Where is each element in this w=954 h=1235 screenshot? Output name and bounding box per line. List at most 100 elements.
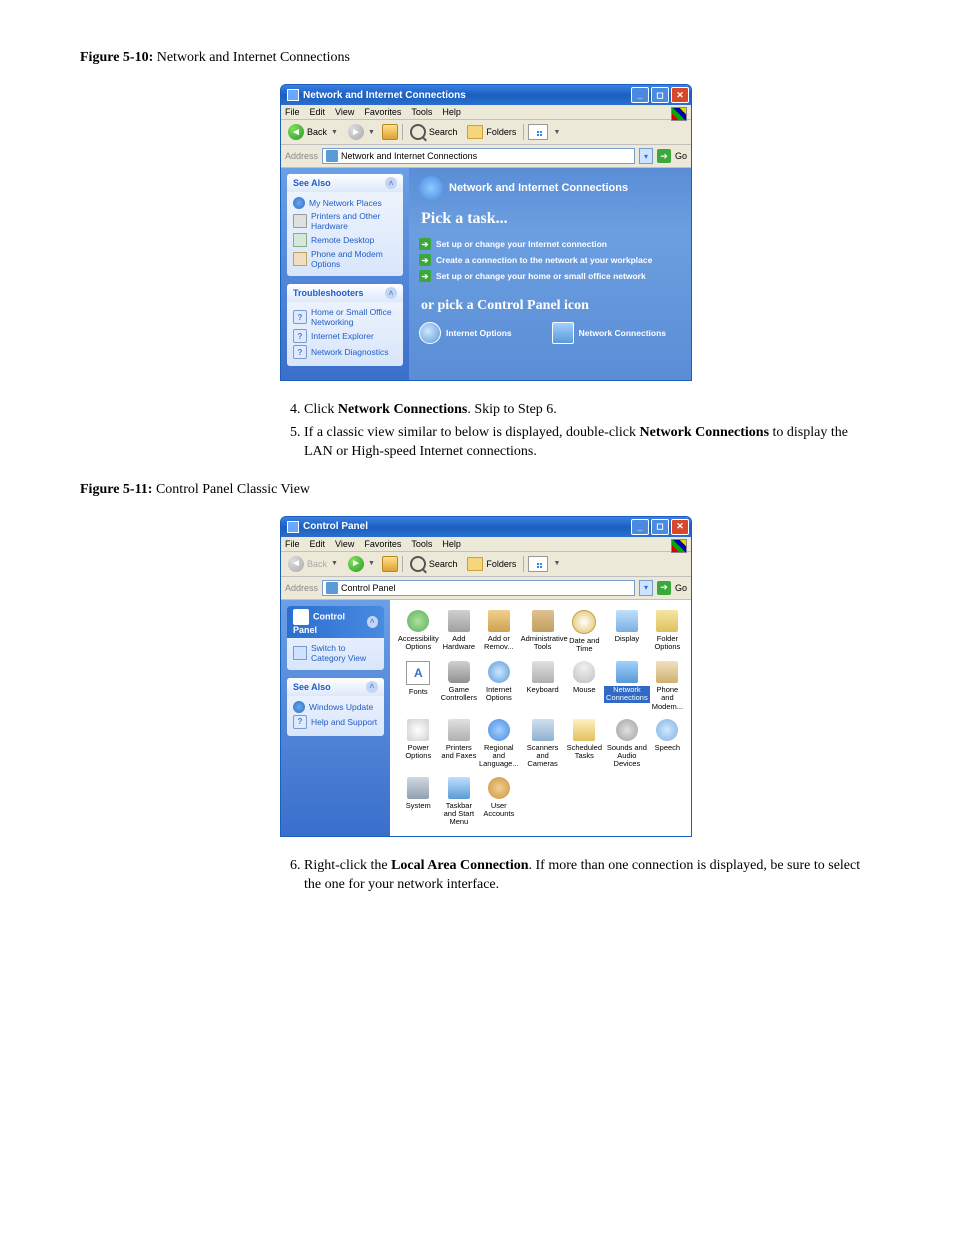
figure-label: Figure 5-10:: [80, 50, 153, 65]
control-panel-item[interactable]: Scanners and Cameras: [521, 717, 565, 771]
control-panel-item[interactable]: Network Connections: [604, 659, 650, 713]
menu-file[interactable]: File: [285, 539, 300, 549]
close-button[interactable]: ✕: [671, 87, 689, 103]
up-button[interactable]: [382, 556, 398, 572]
control-panel-item[interactable]: Taskbar and Start Menu: [441, 775, 477, 829]
remote-desktop-icon: [293, 233, 307, 247]
internet-options-icon[interactable]: Internet Options: [419, 322, 512, 344]
ie-icon: [488, 661, 510, 683]
troubleshooters-header[interactable]: Troubleshooters ˄: [287, 284, 403, 302]
window-icon: [287, 521, 299, 533]
menu-favorites[interactable]: Favorites: [364, 107, 401, 117]
control-panel-item[interactable]: System: [398, 775, 439, 829]
separator: [523, 556, 524, 572]
control-panel-item[interactable]: Accessibility Options: [398, 608, 439, 656]
views-button[interactable]: [528, 124, 548, 140]
menu-favorites[interactable]: Favorites: [364, 539, 401, 549]
minimize-button[interactable]: _: [631, 87, 649, 103]
control-panel-item-label: Keyboard: [527, 686, 559, 694]
figure-5-10-caption: Figure 5-10: Network and Internet Connec…: [80, 50, 874, 66]
help-icon: ?: [293, 345, 307, 359]
control-panel-item[interactable]: Add or Remov...: [479, 608, 519, 656]
sidebar-link[interactable]: Remote Desktop: [293, 232, 397, 248]
network-icon: [552, 322, 574, 344]
task-link[interactable]: ➔Set up or change your Internet connecti…: [419, 236, 681, 252]
menu-edit[interactable]: Edit: [310, 539, 326, 549]
up-button[interactable]: [382, 124, 398, 140]
maximize-button[interactable]: ◻: [651, 519, 669, 535]
sidebar-link[interactable]: ?Help and Support: [293, 714, 378, 730]
sidebar-link[interactable]: ?Internet Explorer: [293, 328, 397, 344]
control-panel-item[interactable]: Administrative Tools: [521, 608, 565, 656]
control-panel-header[interactable]: Control Panel ˄: [287, 606, 384, 638]
sidebar-link[interactable]: ?Network Diagnostics: [293, 344, 397, 360]
control-panel-item[interactable]: Scheduled Tasks: [567, 717, 602, 771]
control-panel-item[interactable]: Game Controllers: [441, 659, 477, 713]
or-pick-heading: or pick a Control Panel icon: [421, 298, 681, 314]
menu-file[interactable]: File: [285, 107, 300, 117]
control-panel-item[interactable]: Power Options: [398, 717, 439, 771]
control-panel-item[interactable]: Regional and Language...: [479, 717, 519, 771]
switch-category-view-link[interactable]: Switch to Category View: [293, 642, 378, 664]
back-button[interactable]: ◄ Back ▼: [285, 123, 341, 141]
control-panel-item[interactable]: Folder Options: [652, 608, 683, 656]
control-panel-item[interactable]: Mouse: [567, 659, 602, 713]
views-button[interactable]: [528, 556, 548, 572]
menu-help[interactable]: Help: [442, 107, 461, 117]
menu-tools[interactable]: Tools: [411, 539, 432, 549]
menu-view[interactable]: View: [335, 539, 354, 549]
hw-icon: [448, 610, 470, 632]
search-button[interactable]: Search: [407, 555, 461, 573]
minimize-button[interactable]: _: [631, 519, 649, 535]
search-button[interactable]: Search: [407, 123, 461, 141]
sidebar-link[interactable]: Phone and Modem Options: [293, 248, 397, 270]
control-panel-item[interactable]: Keyboard: [521, 659, 565, 713]
maximize-button[interactable]: ◻: [651, 87, 669, 103]
control-panel-item-label: Folder Options: [652, 635, 683, 652]
go-button[interactable]: ➔: [657, 149, 671, 163]
menu-edit[interactable]: Edit: [310, 107, 326, 117]
figure-5-11-caption: Figure 5-11: Control Panel Classic View: [80, 482, 874, 498]
close-button[interactable]: ✕: [671, 519, 689, 535]
control-panel-item[interactable]: User Accounts: [479, 775, 519, 829]
address-field[interactable]: Network and Internet Connections: [322, 148, 635, 164]
forward-button[interactable]: ► ▼: [345, 123, 378, 141]
forward-button[interactable]: ► ▼: [345, 555, 378, 573]
windows-flag-icon: [671, 107, 687, 121]
control-panel-item[interactable]: Internet Options: [479, 659, 519, 713]
window-title: Control Panel: [303, 521, 368, 532]
control-panel-item[interactable]: Printers and Faxes: [441, 717, 477, 771]
sidebar-link[interactable]: ?Home or Small Office Networking: [293, 306, 397, 328]
titlebar[interactable]: Control Panel _ ◻ ✕: [281, 517, 691, 537]
sidebar-link[interactable]: Windows Update: [293, 700, 378, 714]
address-dropdown[interactable]: ▾: [639, 580, 653, 596]
control-panel-item[interactable]: Add Hardware: [441, 608, 477, 656]
back-button[interactable]: ◄ Back ▼: [285, 555, 341, 573]
titlebar[interactable]: Network and Internet Connections _ ◻ ✕: [281, 85, 691, 105]
control-panel-item[interactable]: Sounds and Audio Devices: [604, 717, 650, 771]
forward-icon: ►: [348, 124, 364, 140]
go-button[interactable]: ➔: [657, 581, 671, 595]
control-panel-item[interactable]: Phone and Modem...: [652, 659, 683, 713]
phone-icon: [656, 661, 678, 683]
control-panel-item[interactable]: Speech: [652, 717, 683, 771]
folders-button[interactable]: Folders: [464, 124, 519, 140]
separator: [523, 124, 524, 140]
control-panel-item[interactable]: Display: [604, 608, 650, 656]
see-also-header[interactable]: See Also ˄: [287, 174, 403, 192]
task-link[interactable]: ➔Set up or change your home or small off…: [419, 268, 681, 284]
sidebar-link[interactable]: Printers and Other Hardware: [293, 210, 397, 232]
folders-button[interactable]: Folders: [464, 556, 519, 572]
task-link[interactable]: ➔Create a connection to the network at y…: [419, 252, 681, 268]
go-label: Go: [675, 583, 687, 593]
address-field[interactable]: Control Panel: [322, 580, 635, 596]
network-connections-icon[interactable]: Network Connections: [552, 322, 666, 344]
sidebar-link[interactable]: My Network Places: [293, 196, 397, 210]
menu-tools[interactable]: Tools: [411, 107, 432, 117]
see-also-header[interactable]: See Also ˄: [287, 678, 384, 696]
control-panel-item[interactable]: AFonts: [398, 659, 439, 713]
control-panel-item[interactable]: Date and Time: [567, 608, 602, 656]
menu-view[interactable]: View: [335, 107, 354, 117]
menu-help[interactable]: Help: [442, 539, 461, 549]
address-dropdown[interactable]: ▾: [639, 148, 653, 164]
